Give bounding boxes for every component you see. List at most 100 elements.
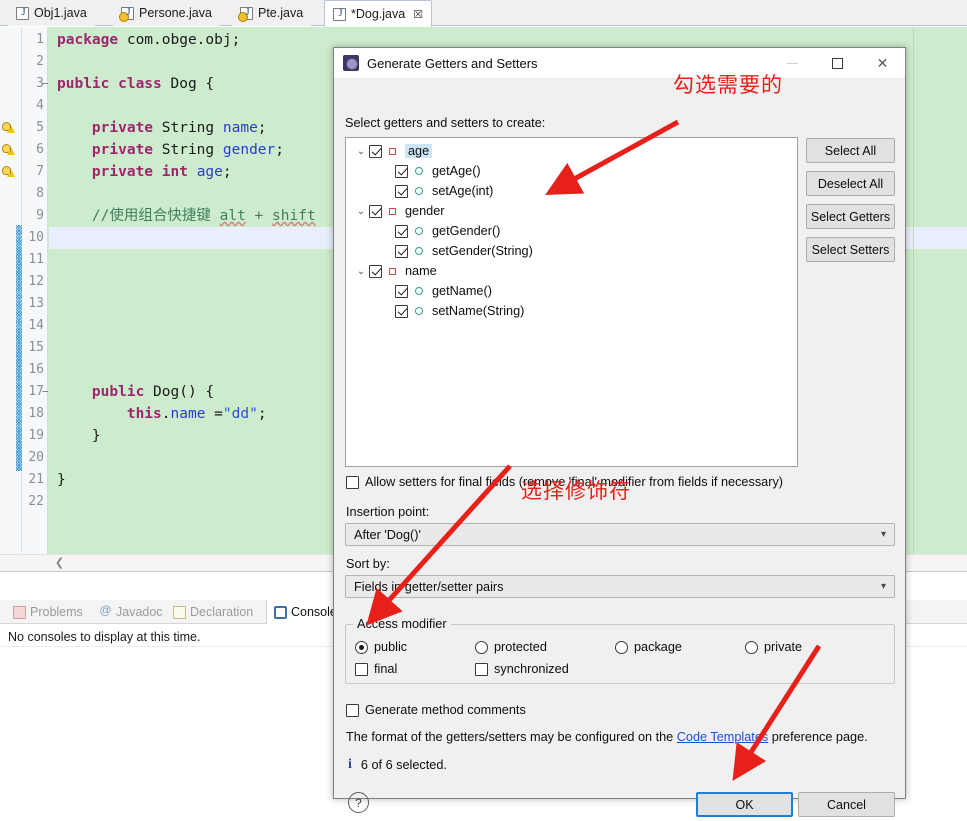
line-number: 17 [28,384,44,399]
warning-bulb-icon[interactable] [2,165,16,179]
editor-tab-ptejava[interactable]: Pte.java [232,0,312,26]
sort-by-combobox[interactable]: Fields in getter/setter pairs ▾ [345,575,895,598]
tree-item-label: setAge(int) [432,184,494,198]
line-number: 6 [36,142,44,157]
view-tab-label: Console [291,605,337,619]
deselect-all-button[interactable]: Deselect All [806,171,895,196]
scroll-left-arrow[interactable]: ❮ [52,556,67,571]
method-icon [415,167,423,175]
dialog-body: Select getters and setters to create: ⌄ a… [334,79,905,817]
tree-item-checkbox[interactable] [395,184,408,198]
radio-public[interactable]: public [355,640,407,654]
chevron-down-icon: ▾ [880,529,886,540]
tree-item-setnamestring[interactable]: setName(String) [346,301,797,321]
generate-comments-label: Generate method comments [365,703,526,717]
editor-tab-label: Persone.java [139,6,212,20]
insertion-point-label: Insertion point: [346,505,430,519]
annotation-text-check-needed: 勾选需要的 [673,73,783,97]
checkbox-box [475,662,488,676]
radio-dot [745,640,758,654]
insertion-point-combobox[interactable]: After 'Dog()' ▾ [345,523,895,546]
editor-tab-bar: Obj1.java Persone.java Pte.java *Dog.java ☒ [0,0,967,27]
ok-button[interactable]: OK [696,792,793,817]
warning-bulb-icon[interactable] [2,143,16,157]
select-setters-button[interactable]: Select Setters [806,237,895,262]
problems-icon [13,605,26,619]
radio-package[interactable]: package [615,640,682,654]
cancel-button[interactable]: Cancel [798,792,895,817]
tree-item-checkbox[interactable] [369,264,382,278]
access-modifier-group [345,624,895,684]
tree-item-setageint[interactable]: setAge(int) [346,181,797,201]
view-tab-label: Javadoc [116,605,163,619]
fold-marker-icon[interactable]: − [42,381,49,403]
tree-item-checkbox[interactable] [395,164,408,178]
tree-item-age[interactable]: ⌄ age [346,141,797,161]
tree-item-checkbox[interactable] [395,224,408,238]
fold-marker-icon[interactable]: − [42,73,49,95]
line-number: 13 [28,296,44,311]
java-file-icon [119,6,135,22]
editor-tab-personejava[interactable]: Persone.java [113,0,220,26]
code-templates-link[interactable]: Code Templates [677,730,768,744]
checkbox-final[interactable]: final [355,662,397,676]
format-note: The format of the getters/setters may be… [346,730,868,744]
radio-label: public [374,640,408,654]
editor-tab-obj1java[interactable]: Obj1.java [8,0,95,26]
insertion-point-value: After 'Dog()' [354,527,421,542]
getters-setters-tree[interactable]: ⌄ age getAge() setAge(int) ⌄ gender getGender(… [345,137,798,467]
view-tab-javadoc[interactable]: Javadoc [92,600,170,624]
radio-private[interactable]: private [745,640,802,654]
line-number: 4 [36,98,44,113]
chevron-down-icon: ▾ [880,581,886,592]
eclipse-gear-icon [343,55,359,71]
chevron-down-icon[interactable]: ⌄ [353,146,369,157]
warning-bulb-icon[interactable] [2,121,16,135]
tree-item-getage[interactable]: getAge() [346,161,797,181]
checkbox-synchronized[interactable]: synchronized [475,662,569,676]
tree-item-checkbox[interactable] [395,244,408,258]
dialog-title-bar[interactable]: Generate Getters and Setters ✕ [334,48,905,79]
view-tab-problems[interactable]: Problems [6,600,90,624]
tree-item-checkbox[interactable] [395,284,408,298]
dialog-title: Generate Getters and Setters [367,55,538,71]
javadoc-icon [99,603,112,619]
help-button[interactable]: ? [348,792,369,813]
maximize-button[interactable] [815,48,860,79]
tab-close-icon[interactable]: ☒ [413,8,423,21]
radio-protected[interactable]: protected [475,640,547,654]
editor-tab-label: Pte.java [258,6,304,20]
line-number: 12 [28,274,44,289]
java-file-icon [16,6,30,20]
select-all-button[interactable]: Select All [806,138,895,163]
view-tab-label: Problems [30,605,83,619]
tree-item-checkbox[interactable] [369,204,382,218]
chevron-down-icon[interactable]: ⌄ [353,206,369,217]
chevron-down-icon[interactable]: ⌄ [353,266,369,277]
field-icon [389,267,396,275]
close-button[interactable]: ✕ [860,48,905,79]
line-number: 14 [28,318,44,333]
generate-getters-setters-dialog: Generate Getters and Setters ✕ Select ge… [333,47,906,817]
view-tab-declaration[interactable]: Declaration [166,600,260,624]
tree-item-name[interactable]: ⌄ name [346,261,797,281]
method-icon [415,307,423,315]
tree-item-label: getName() [432,284,492,298]
tree-item-getgender[interactable]: getGender() [346,221,797,241]
line-number: 1 [36,32,44,47]
tree-item-gender[interactable]: ⌄ gender [346,201,797,221]
generate-method-comments-checkbox[interactable]: Generate method comments [346,703,526,717]
line-number: 18 [28,406,44,421]
editor-tab-dogjava[interactable]: *Dog.java ☒ [324,0,433,27]
select-getters-button[interactable]: Select Getters [806,204,895,229]
checkbox-box [355,662,368,676]
line-number: 21 [28,472,44,487]
radio-label: package [634,640,682,654]
status-text: 6 of 6 selected. [360,758,447,772]
console-empty-message: No consoles to display at this time. [8,630,201,644]
tree-item-checkbox[interactable] [395,304,408,318]
tree-item-checkbox[interactable] [369,144,382,158]
checkbox-box [346,703,359,717]
tree-item-setgenderstring[interactable]: setGender(String) [346,241,797,261]
tree-item-getname[interactable]: getName() [346,281,797,301]
